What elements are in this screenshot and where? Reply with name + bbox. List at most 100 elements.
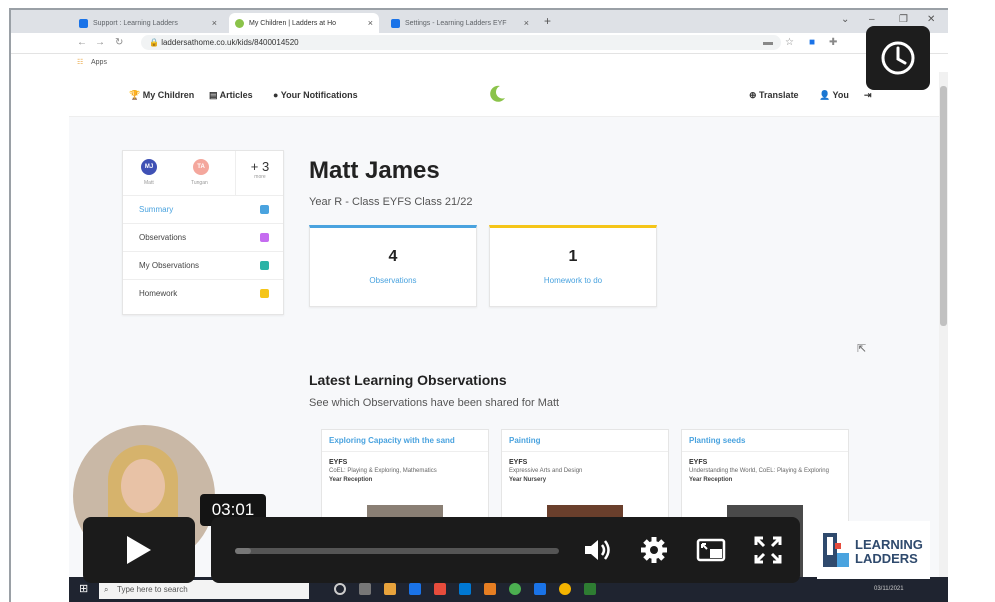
video-controls (211, 517, 800, 583)
observation-year: Year Reception (689, 477, 733, 483)
url-text: laddersathome.co.uk/kids/8400014520 (161, 38, 299, 47)
observation-title[interactable]: Painting (502, 430, 668, 452)
mouse-cursor-icon: ⇱ (857, 343, 867, 355)
more-label: more (254, 174, 266, 180)
nav-label: Translate (759, 90, 799, 100)
task-view-icon[interactable] (359, 583, 371, 595)
sidebar-item-summary[interactable]: Summary (123, 196, 283, 224)
sidebar-item-homework[interactable]: Homework (123, 280, 283, 307)
observation-title[interactable]: Exploring Capacity with the sand (322, 430, 488, 452)
app-icon[interactable] (434, 583, 446, 595)
chrome-profile-icon[interactable] (559, 583, 571, 595)
homework-stat-card[interactable]: 1 Homework to do (489, 225, 657, 307)
logout-icon[interactable]: ⇥ (864, 90, 872, 101)
settings-gear-icon[interactable] (638, 534, 670, 566)
mail-icon[interactable] (459, 583, 471, 595)
avatar-name: Matt (144, 180, 154, 186)
nav-label: Your Notifications (280, 90, 358, 100)
learning-ladders-logo[interactable]: LEARNING LADDERS (817, 521, 930, 579)
edge-icon[interactable] (409, 583, 421, 595)
close-tab-icon[interactable]: × (212, 18, 217, 28)
clock-icon (881, 41, 915, 75)
logo-line: LADDERS (855, 551, 918, 566)
ladders-moon-logo-icon[interactable] (487, 84, 507, 104)
tab-label: Settings - Learning Ladders EYF (405, 19, 507, 27)
apps-icon[interactable]: ☷ (77, 58, 83, 66)
bookmark-star-icon[interactable]: ☆ (785, 37, 794, 48)
browser-tab-settings[interactable]: Settings - Learning Ladders EYF × (385, 13, 535, 33)
restore-icon[interactable]: ❐ (899, 14, 908, 25)
observation-title[interactable]: Planting seeds (682, 430, 848, 452)
child-menu-card: MJ Matt TA Tungan + 3 more Summary Obser… (122, 150, 284, 315)
volume-icon[interactable] (581, 534, 613, 566)
nav-articles[interactable]: ▤ Articles (209, 90, 253, 101)
nav-notifications[interactable]: ● Your Notifications (273, 90, 358, 100)
picture-in-picture-icon[interactable] (695, 534, 727, 566)
sidebar-item-observations[interactable]: Observations (123, 224, 283, 252)
more-count: + 3 (250, 159, 270, 174)
presenter-face (121, 459, 165, 513)
sidebar-item-my-observations[interactable]: My Observations (123, 252, 283, 280)
avatar-name: Tungan (191, 180, 208, 186)
ladder-logo-icon (823, 533, 849, 567)
more-children-button[interactable]: + 3 more (235, 151, 284, 195)
observation-framework: EYFS (689, 459, 708, 466)
minimize-icon[interactable]: – (869, 14, 875, 25)
windows-start-icon[interactable]: ⊞ (79, 582, 88, 595)
sidebar-item-label: Observations (139, 233, 187, 242)
page-scrollbar[interactable] (939, 72, 948, 587)
observation-areas: Expressive Arts and Design (509, 468, 583, 474)
nav-label: You (832, 90, 849, 100)
cortana-icon[interactable] (334, 583, 346, 595)
section-title: Latest Learning Observations (309, 372, 507, 388)
forward-icon[interactable]: → (95, 37, 105, 48)
chrome-icon[interactable] (509, 583, 521, 595)
close-tab-icon[interactable]: × (524, 18, 529, 28)
extension-icon[interactable]: ■ (809, 37, 815, 48)
nav-you[interactable]: 👤 You (819, 90, 849, 101)
nav-my-children[interactable]: 🏆 My Children (129, 90, 194, 101)
observations-stat-card[interactable]: 4 Observations (309, 225, 477, 307)
reload-icon[interactable]: ↻ (115, 37, 123, 48)
fullscreen-icon[interactable] (752, 534, 784, 566)
url-field[interactable]: 🔒 laddersathome.co.uk/kids/8400014520 (141, 35, 781, 50)
apps-bookmark[interactable]: Apps (91, 59, 107, 66)
excel-icon[interactable] (584, 583, 596, 595)
observation-areas: CoEL: Playing & Exploring, Mathematics (329, 468, 437, 474)
site-header: 🏆 My Children ▤ Articles ● Your Notifica… (69, 72, 939, 117)
tab-search-icon[interactable]: ⌄ (841, 14, 849, 25)
address-bar-row: ← → ↻ 🔒 laddersathome.co.uk/kids/8400014… (11, 33, 948, 54)
support-favicon-icon (79, 18, 88, 28)
scrollbar-thumb[interactable] (940, 86, 947, 326)
outlook-icon[interactable] (534, 583, 546, 595)
observation-areas: Understanding the World, CoEL: Playing &… (689, 468, 829, 474)
cast-icon[interactable]: ▬ (763, 37, 773, 48)
nav-label: Articles (219, 90, 253, 100)
observation-year: Year Nursery (509, 477, 547, 483)
summary-icon (260, 205, 269, 214)
avatar[interactable]: MJ (141, 159, 157, 175)
back-icon[interactable]: ← (77, 37, 87, 48)
child-name: Matt James (309, 157, 440, 184)
watch-later-button[interactable] (866, 26, 930, 90)
close-tab-icon[interactable]: × (368, 18, 373, 28)
progress-bar[interactable] (235, 548, 559, 554)
new-tab-button[interactable]: + (544, 14, 551, 28)
file-explorer-icon[interactable] (384, 583, 396, 595)
play-button[interactable] (83, 517, 195, 583)
bookmarks-bar: ☷ Apps (11, 54, 948, 72)
progress-fill (235, 548, 252, 554)
stat-label: Observations (369, 276, 417, 285)
observation-framework: EYFS (329, 459, 348, 466)
search-placeholder: Type here to search (117, 585, 188, 594)
sidebar-item-label: My Observations (139, 261, 200, 270)
avatar[interactable]: TA (193, 159, 209, 175)
homework-icon (260, 289, 269, 298)
ladders-favicon-icon (235, 18, 244, 28)
close-window-icon[interactable]: ✕ (927, 14, 935, 25)
office-icon[interactable] (484, 583, 496, 595)
browser-tab-my-children[interactable]: My Children | Ladders at Ho × (229, 13, 379, 33)
nav-translate[interactable]: ⊕ Translate (749, 90, 799, 101)
browser-tab-support[interactable]: Support : Learning Ladders × (73, 13, 223, 33)
extensions-puzzle-icon[interactable]: ✚ (829, 37, 837, 48)
